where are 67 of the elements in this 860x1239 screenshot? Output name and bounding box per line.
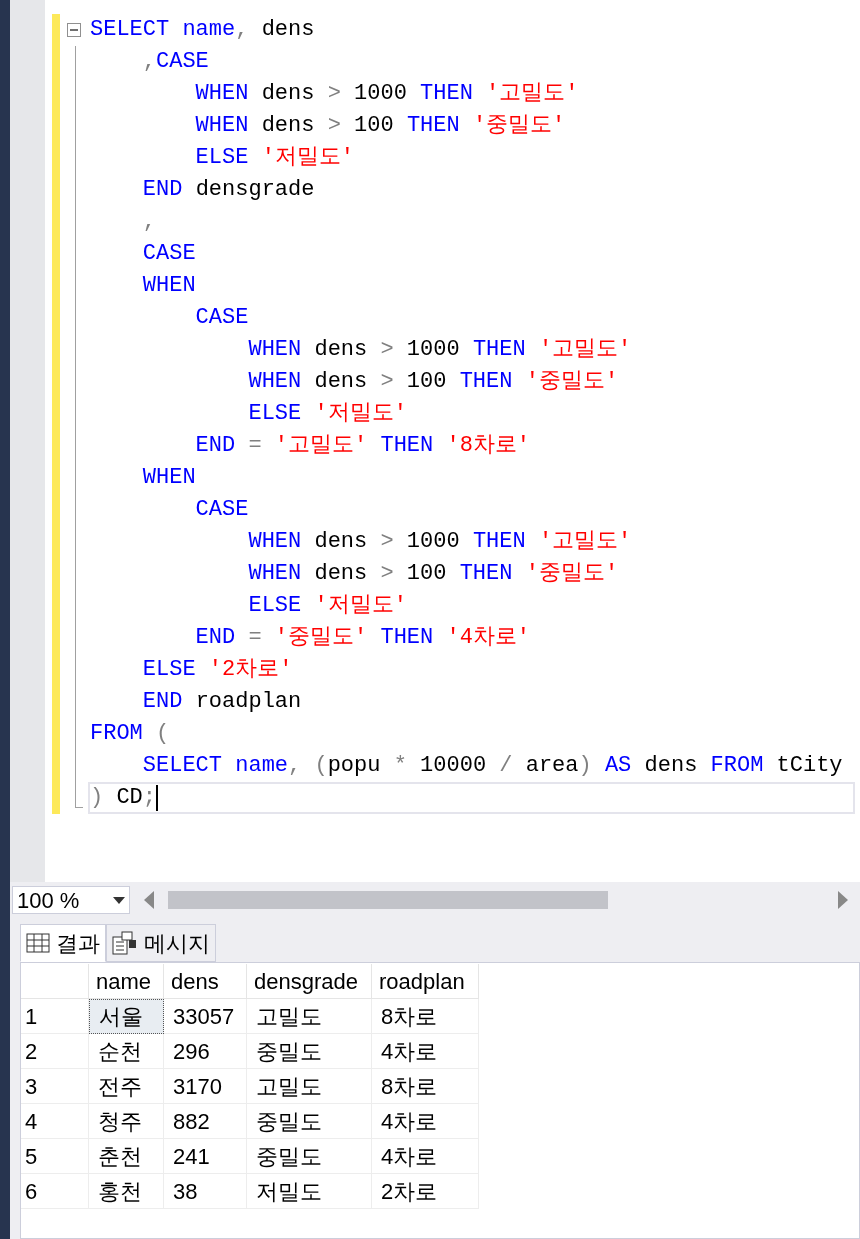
table-cell: 홍천 <box>89 1174 164 1209</box>
table-cell: 중밀도 <box>247 1104 372 1139</box>
table-cell: 춘천 <box>89 1139 164 1174</box>
table-cell: 고밀도 <box>247 1069 372 1104</box>
table-cell: 전주 <box>89 1069 164 1104</box>
table-cell: 3170 <box>164 1069 247 1104</box>
document-icon <box>112 931 138 955</box>
collapse-icon[interactable] <box>67 23 81 37</box>
table-cell: 2차로 <box>372 1174 479 1209</box>
code-line: FROM ( <box>89 720 171 748</box>
code-line: ELSE '저밀도' <box>247 592 408 620</box>
result-tab[interactable]: 결과 <box>20 924 106 962</box>
code-line: WHEN dens > 1000 THEN '고밀도' <box>247 336 633 364</box>
table-cell: 중밀도 <box>247 1139 372 1174</box>
table-cell: 청주 <box>89 1104 164 1139</box>
code-line: WHEN <box>141 464 197 492</box>
zoom-dropdown[interactable]: 100 % <box>12 886 130 914</box>
row-number: 2 <box>21 1034 89 1069</box>
grid-icon <box>26 933 50 953</box>
table-cell: 241 <box>164 1139 247 1174</box>
table-cell: 33057 <box>164 999 247 1034</box>
code-line: CASE <box>141 240 197 268</box>
row-number: 5 <box>21 1139 89 1174</box>
result-tab[interactable]: 메시지 <box>106 924 216 962</box>
table-cell: 8차로 <box>372 1069 479 1104</box>
column-header[interactable]: roadplan <box>372 964 479 999</box>
table-cell: 882 <box>164 1104 247 1139</box>
scrollbar-thumb[interactable] <box>168 891 608 909</box>
code-line: WHEN dens > 100 THEN '중밀도' <box>247 368 620 396</box>
code-line: WHEN dens > 1000 THEN '고밀도' <box>194 80 580 108</box>
table-cell: 서울 <box>89 999 164 1034</box>
code-line: WHEN dens > 100 THEN '중밀도' <box>194 112 567 140</box>
row-number: 6 <box>21 1174 89 1209</box>
row-number: 3 <box>21 1069 89 1104</box>
table-cell: 296 <box>164 1034 247 1069</box>
code-line: END = '중밀도' THEN '4차로' <box>194 624 532 652</box>
code-line: SELECT name, dens <box>89 16 316 44</box>
column-header[interactable]: dens <box>164 964 247 999</box>
code-line: CASE <box>194 304 250 332</box>
scroll-left-icon[interactable] <box>144 891 154 909</box>
caret-icon <box>113 896 125 904</box>
table-cell: 순천 <box>89 1034 164 1069</box>
table-cell: 4차로 <box>372 1139 479 1174</box>
code-line: END roadplan <box>141 688 303 716</box>
code-line: ELSE '저밀도' <box>194 144 356 172</box>
scroll-right-icon[interactable] <box>838 891 848 909</box>
code-line: END densgrade <box>141 176 316 204</box>
code-line: ELSE '저밀도' <box>247 400 408 428</box>
table-cell: 38 <box>164 1174 247 1209</box>
code-line: ,CASE <box>141 48 210 76</box>
row-number: 4 <box>21 1104 89 1139</box>
code-line: WHEN dens > 1000 THEN '고밀도' <box>247 528 633 556</box>
table-cell: 4차로 <box>372 1104 479 1139</box>
table-cell: 저밀도 <box>247 1174 372 1209</box>
column-header[interactable]: densgrade <box>247 964 372 999</box>
text-cursor <box>156 785 158 811</box>
code-line: END = '고밀도' THEN '8차로' <box>194 432 532 460</box>
code-line: , <box>141 208 157 236</box>
table-cell: 중밀도 <box>247 1034 372 1069</box>
table-cell: 8차로 <box>372 999 479 1034</box>
table-cell: 고밀도 <box>247 999 372 1034</box>
code-line: SELECT name, (popu * 10000 / area) AS dens FROM tCity <box>141 752 844 780</box>
code-line: ELSE '2차로' <box>141 656 294 684</box>
table-cell: 4차로 <box>372 1034 479 1069</box>
code-line: WHEN <box>141 272 197 300</box>
code-line: CASE <box>194 496 250 524</box>
code-line: WHEN dens > 100 THEN '중밀도' <box>247 560 620 588</box>
